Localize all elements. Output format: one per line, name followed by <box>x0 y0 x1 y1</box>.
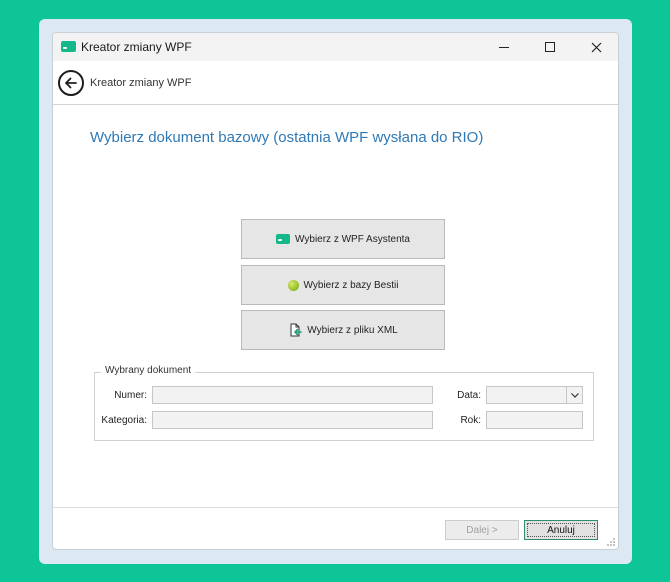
rok-field[interactable] <box>486 411 583 429</box>
wizard-window: Kreator zmiany WPF Kreator zmiany WPF Wy… <box>52 32 619 550</box>
kategoria-field[interactable] <box>152 411 433 429</box>
page-heading: Wybierz dokument bazowy (ostatnia WPF wy… <box>90 129 484 146</box>
maximize-button[interactable] <box>527 33 573 61</box>
wpf-card-icon <box>276 234 291 244</box>
nav-title: Kreator zmiany WPF <box>90 77 192 89</box>
numer-field[interactable] <box>152 386 433 404</box>
selected-document-group <box>94 372 594 441</box>
selected-document-legend: Wybrany dokument <box>101 365 196 376</box>
numer-label: Numer: <box>114 390 147 401</box>
kategoria-label: Kategoria: <box>101 415 147 426</box>
window-title: Kreator zmiany WPF <box>81 40 192 54</box>
select-from-bestia-button[interactable]: Wybierz z bazy Bestii <box>241 265 445 305</box>
maximize-icon <box>545 42 555 52</box>
back-button[interactable] <box>58 70 84 96</box>
select-from-wpf-assistant-button[interactable]: Wybierz z WPF Asystenta <box>241 219 445 259</box>
select-from-wpf-assistant-label: Wybierz z WPF Asystenta <box>295 233 410 245</box>
footer-divider <box>53 507 618 508</box>
close-icon <box>591 42 601 52</box>
resize-grip-icon[interactable] <box>606 537 616 547</box>
minimize-button[interactable] <box>481 33 527 61</box>
cancel-label: Anuluj <box>547 524 575 536</box>
select-from-bestia-label: Wybierz z bazy Bestii <box>303 279 399 291</box>
rok-label: Rok: <box>460 415 481 426</box>
title-bar[interactable]: Kreator zmiany WPF <box>53 33 618 61</box>
select-from-xml-button[interactable]: Wybierz z pliku XML <box>241 310 445 350</box>
chevron-down-icon[interactable] <box>566 387 582 403</box>
data-label: Data: <box>457 390 481 401</box>
data-dropdown[interactable] <box>486 386 583 404</box>
wizard-nav-bar: Kreator zmiany WPF <box>53 61 618 105</box>
select-from-xml-label: Wybierz z pliku XML <box>307 324 398 336</box>
bestia-ball-icon <box>287 279 299 291</box>
minimize-icon <box>499 46 509 48</box>
next-button[interactable]: Dalej > <box>445 520 519 540</box>
close-button[interactable] <box>573 33 618 61</box>
arrow-left-icon <box>65 77 77 89</box>
cancel-button[interactable]: Anuluj <box>524 520 598 540</box>
app-icon <box>61 41 76 52</box>
xml-file-import-icon <box>290 323 303 337</box>
